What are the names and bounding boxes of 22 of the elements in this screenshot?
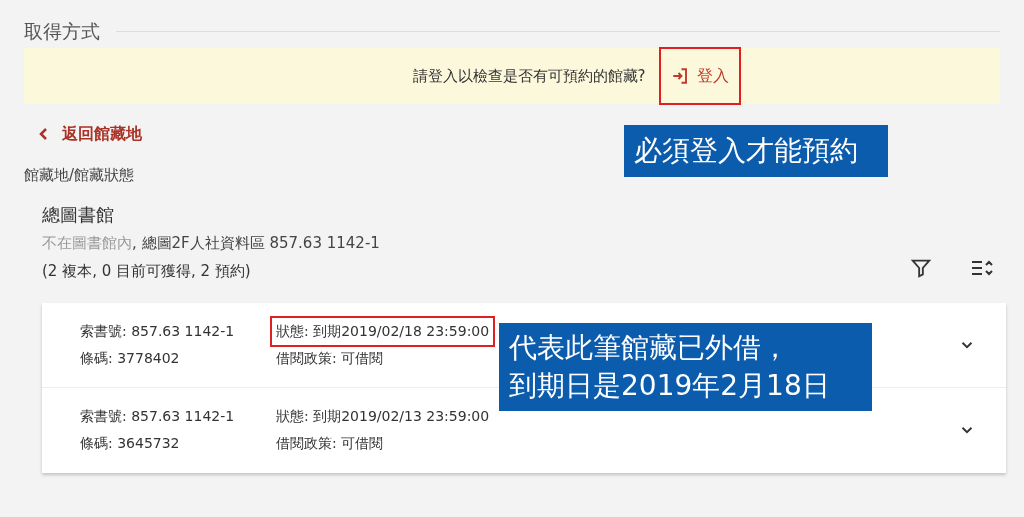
loan-policy: 借閱政策: 可借閱	[276, 348, 384, 368]
loan-policy: 借閱政策: 可借閱	[276, 434, 384, 453]
callout-text: 代表此筆館藏已外借，	[509, 330, 790, 366]
section-title: 取得方式	[24, 18, 100, 44]
library-name: 總圖書館	[42, 202, 114, 227]
call-number: 索書號: 857.63 1142-1	[80, 407, 236, 426]
copies-summary: (2 複本, 0 目前可獲得, 2 預約)	[42, 261, 251, 282]
barcode: 條碼: 3645732	[80, 434, 181, 453]
barcode: 條碼: 3778402	[80, 348, 181, 368]
item-status: 狀態: 到期2019/02/18 23:59:00	[270, 315, 496, 347]
back-link[interactable]: 返回館藏地	[38, 122, 142, 146]
login-link[interactable]: 登入	[659, 47, 742, 105]
login-icon	[671, 67, 690, 85]
banner-message: 請登入以檢查是否有可預約的館藏?	[412, 65, 646, 87]
location-heading: 館藏地/館藏狀態	[24, 165, 135, 186]
availability-text: 不在圖書館內	[42, 232, 132, 254]
callout-text: 到期日是2019年2月18日	[509, 368, 831, 404]
callout-text: 必須登入才能預約	[634, 133, 859, 169]
shelf-location: , 總圖2F人社資料區 857.63 1142-1	[132, 232, 380, 254]
call-number: 索書號: 857.63 1142-1	[80, 321, 236, 341]
chevron-left-icon	[38, 127, 50, 141]
item-status: 狀態: 到期2019/02/13 23:59:00	[275, 407, 491, 426]
